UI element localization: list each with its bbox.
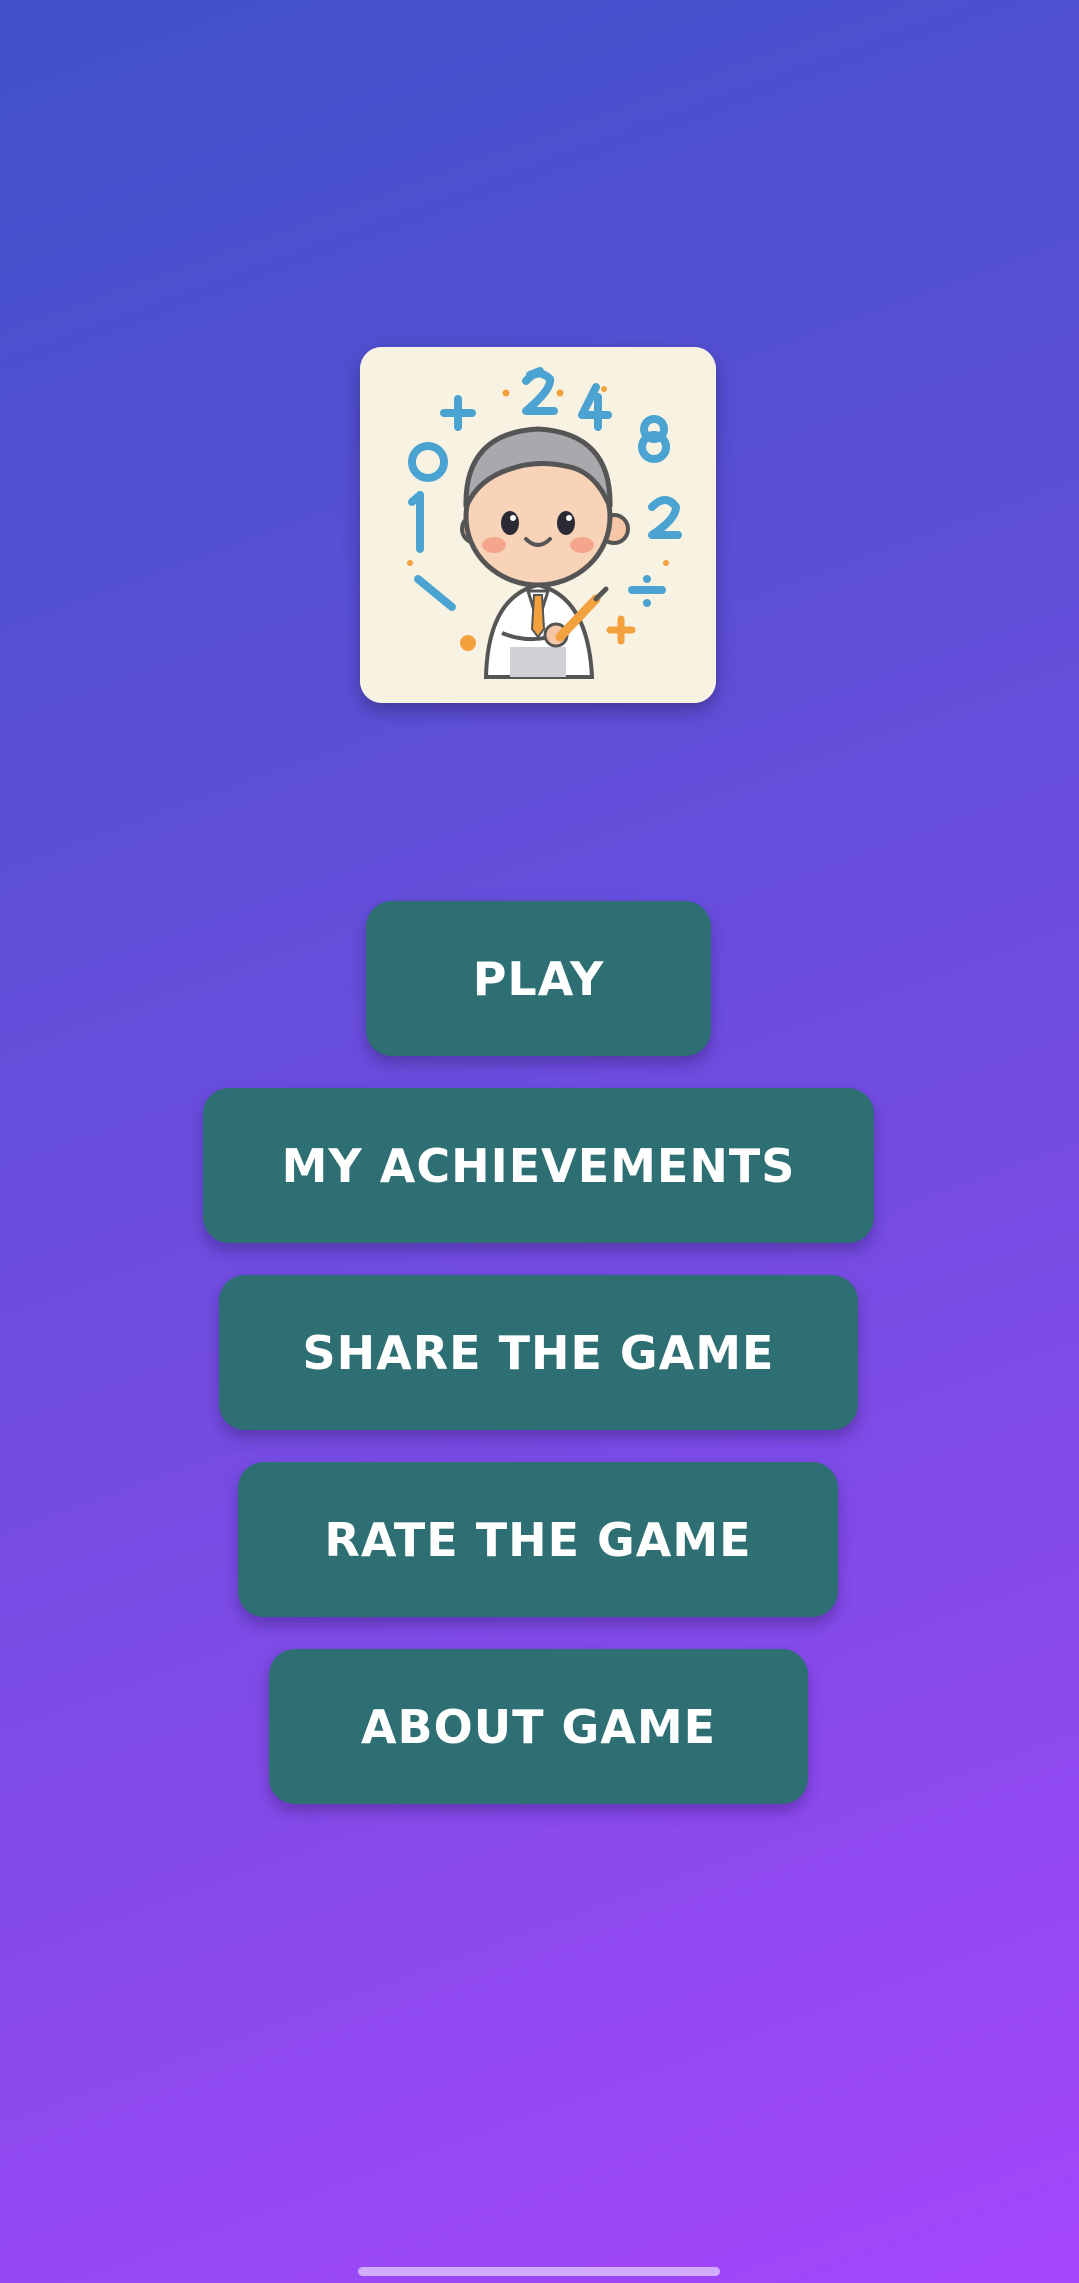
rate-game-button[interactable]: RATE THE GAME	[238, 1462, 838, 1617]
game-logo	[360, 347, 716, 703]
play-button[interactable]: PLAY	[366, 901, 711, 1056]
play-button-label: PLAY	[472, 951, 605, 1006]
about-game-button[interactable]: ABOUT GAME	[269, 1649, 808, 1804]
about-game-button-label: ABOUT GAME	[360, 1699, 717, 1754]
home-indicator[interactable]	[358, 2267, 720, 2276]
my-achievements-button-label: MY ACHIEVEMENTS	[281, 1138, 796, 1193]
rate-game-button-label: RATE THE GAME	[324, 1512, 752, 1567]
share-game-button-label: SHARE THE GAME	[302, 1325, 775, 1380]
share-game-button[interactable]: SHARE THE GAME	[219, 1275, 858, 1430]
my-achievements-button[interactable]: MY ACHIEVEMENTS	[203, 1088, 874, 1243]
math-teacher-logo-icon	[360, 347, 716, 703]
